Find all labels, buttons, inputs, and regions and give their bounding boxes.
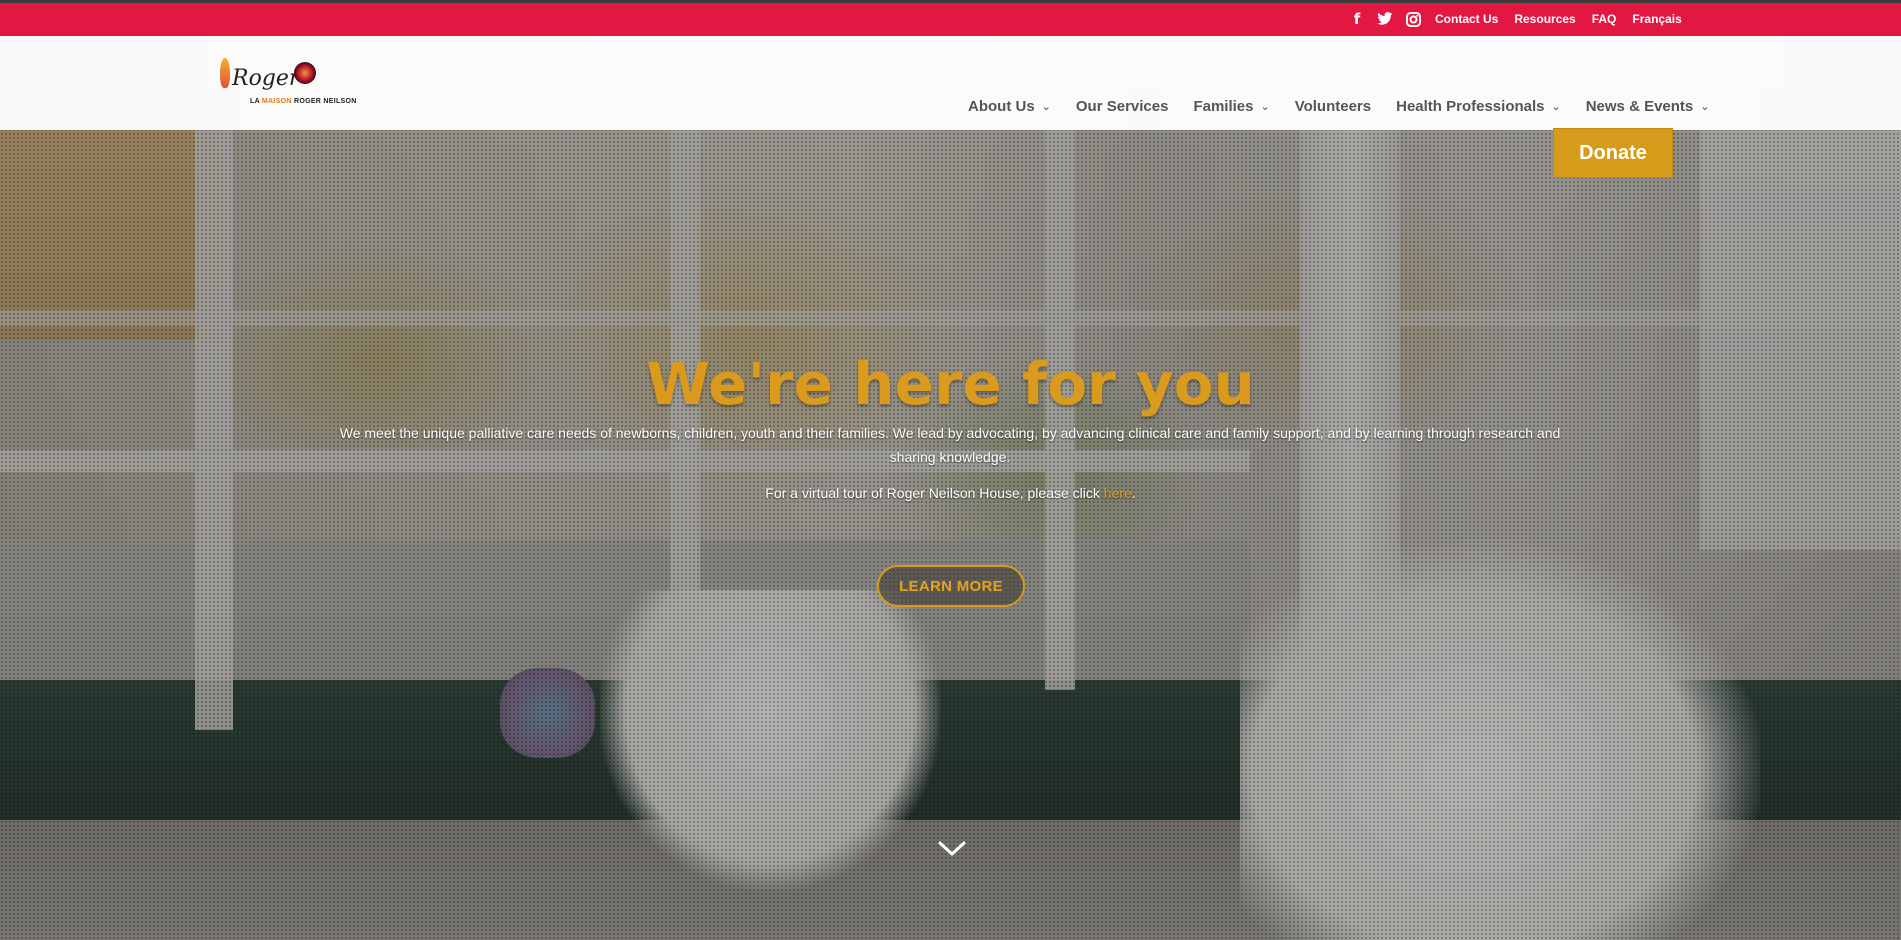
- virtual-tour-text: For a virtual tour of Roger Neilson Hous…: [765, 485, 1136, 501]
- nav-item-about-us[interactable]: About Us ⌄: [968, 98, 1051, 115]
- logo-crest-icon: [294, 62, 316, 84]
- instagram-icon[interactable]: [1404, 9, 1422, 29]
- social-links: f: [1348, 9, 1422, 29]
- contact-us-link[interactable]: Contact Us: [1435, 12, 1498, 26]
- nav-item-our-services[interactable]: Our Services: [1076, 98, 1169, 115]
- faq-link[interactable]: FAQ: [1592, 12, 1617, 26]
- site-logo[interactable]: Roger LA MAISON ROGER NEILSON: [218, 54, 356, 112]
- hero-title: We're here for you: [646, 350, 1255, 418]
- nav-item-news-events[interactable]: News & Events ⌄: [1586, 98, 1710, 115]
- nav-item-volunteers[interactable]: Volunteers: [1295, 98, 1371, 115]
- logo-wordmark: Roger: [232, 66, 300, 91]
- nav-item-families[interactable]: Families ⌄: [1193, 98, 1269, 115]
- language-toggle-link[interactable]: Français: [1632, 12, 1681, 26]
- hero-description: We meet the unique palliative care needs…: [339, 425, 1561, 465]
- nav-item-health-professionals[interactable]: Health Professionals ⌄: [1396, 98, 1561, 115]
- chevron-down-icon: ⌄: [1041, 101, 1051, 113]
- main-nav: About Us ⌄ Our Services Families ⌄ Volunte…: [968, 98, 1709, 115]
- twitter-icon[interactable]: [1376, 9, 1394, 29]
- utility-bar: f Contact Us Resources FAQ Français: [0, 3, 1901, 36]
- facebook-icon[interactable]: f: [1348, 9, 1366, 29]
- chevron-down-icon: ⌄: [1700, 101, 1710, 113]
- virtual-tour-link[interactable]: here: [1104, 485, 1132, 501]
- logo-tagline: LA MAISON ROGER NEILSON: [250, 98, 357, 105]
- logo-flame-icon: [220, 58, 230, 88]
- donate-button[interactable]: Donate: [1553, 128, 1673, 178]
- utility-links: Contact Us Resources FAQ Français: [1435, 12, 1682, 26]
- learn-more-button[interactable]: LEARN MORE: [877, 565, 1025, 607]
- scroll-down-chevron-icon[interactable]: [937, 838, 967, 860]
- chevron-down-icon: ⌄: [1260, 101, 1270, 113]
- chevron-down-icon: ⌄: [1551, 101, 1561, 113]
- resources-link[interactable]: Resources: [1514, 12, 1575, 26]
